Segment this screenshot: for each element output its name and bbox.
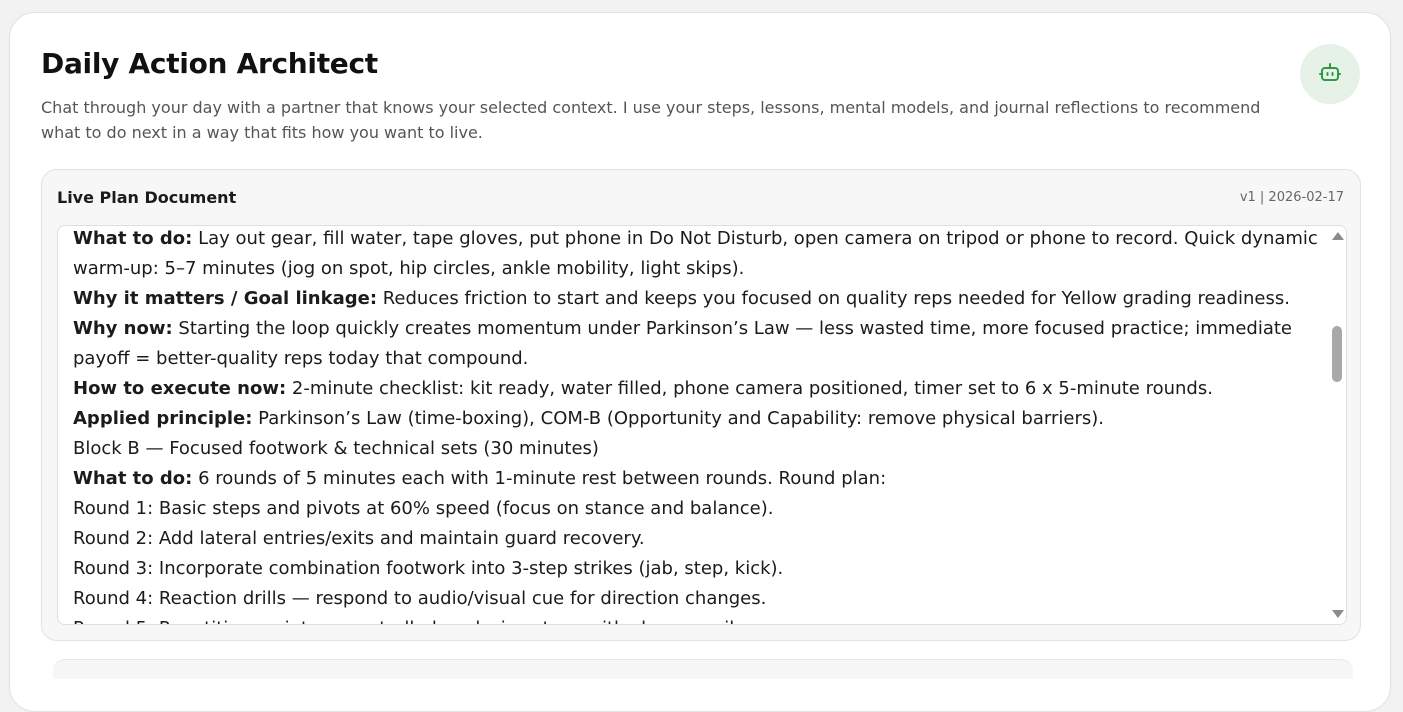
plan-line-text: Starting the loop quickly creates moment… xyxy=(73,318,1292,369)
plan-line: Applied principle: Parkinson’s Law (time… xyxy=(73,404,1318,434)
scroll-up-arrow-icon[interactable] xyxy=(1332,232,1344,240)
plan-line: Round 4: Reaction drills — respond to au… xyxy=(73,584,1318,614)
plan-line: What to do: 6 rounds of 5 minutes each w… xyxy=(73,464,1318,494)
daily-action-architect-card: Daily Action Architect Chat through your… xyxy=(9,12,1391,712)
document-title: Live Plan Document xyxy=(57,188,237,207)
plan-line-text: Round 2: Add lateral entries/exits and m… xyxy=(73,528,645,549)
page-subtitle: Chat through your day with a partner tha… xyxy=(41,98,1261,142)
plan-line: Block B — Focused footwork & technical s… xyxy=(73,434,1318,464)
plan-line: Why now: Starting the loop quickly creat… xyxy=(73,314,1318,374)
scroll-down-arrow-icon[interactable] xyxy=(1332,610,1344,618)
plan-line: What to do: Lay out gear, fill water, ta… xyxy=(73,226,1318,284)
plan-document-scroll-area[interactable]: What to do: Lay out gear, fill water, ta… xyxy=(57,225,1347,625)
plan-line-label: Why now: xyxy=(73,318,173,339)
plan-line: Round 5: Repetition sprints — controlled… xyxy=(73,614,1318,624)
plan-line-text: Round 4: Reaction drills — respond to au… xyxy=(73,588,767,609)
plan-line: Round 3: Incorporate combination footwor… xyxy=(73,554,1318,584)
plan-line: Why it matters / Goal linkage: Reduces f… xyxy=(73,284,1318,314)
plan-line-text: 2-minute checklist: kit ready, water fil… xyxy=(286,378,1213,399)
plan-document-content: What to do: Lay out gear, fill water, ta… xyxy=(73,226,1318,624)
plan-line-label: Applied principle: xyxy=(73,408,253,429)
plan-line-label: What to do: xyxy=(73,468,193,489)
plan-line-text: Reduces friction to start and keeps you … xyxy=(377,288,1290,309)
assistant-bot-button[interactable] xyxy=(1300,44,1360,104)
document-version: v1 | 2026-02-17 xyxy=(1239,190,1344,205)
plan-line-text: Parkinson’s Law (time-boxing), COM-B (Op… xyxy=(252,408,1104,429)
plan-line-label: Why it matters / Goal linkage: xyxy=(73,288,378,309)
scrollbar-thumb[interactable] xyxy=(1332,326,1342,382)
plan-line: How to execute now: 2-minute checklist: … xyxy=(73,374,1318,404)
page-title: Daily Action Architect xyxy=(41,47,378,80)
plan-line-text: Lay out gear, fill water, tape gloves, p… xyxy=(73,228,1318,279)
plan-line-text: Round 1: Basic steps and pivots at 60% s… xyxy=(73,498,774,519)
vertical-scrollbar[interactable] xyxy=(1328,226,1346,624)
live-plan-document: Live Plan Document v1 | 2026-02-17 What … xyxy=(41,169,1361,641)
plan-line-label: What to do: xyxy=(73,228,193,249)
plan-line-text: Block B — Focused footwork & technical s… xyxy=(73,438,599,459)
plan-line: Round 2: Add lateral entries/exits and m… xyxy=(73,524,1318,554)
plan-line-label: How to execute now: xyxy=(73,378,287,399)
plan-line-text: Round 5: Repetition sprints — controlled… xyxy=(73,618,740,624)
plan-line-text: 6 rounds of 5 minutes each with 1-minute… xyxy=(192,468,887,489)
robot-icon xyxy=(1318,61,1342,88)
plan-line: Round 1: Basic steps and pivots at 60% s… xyxy=(73,494,1318,524)
plan-line-text: Round 3: Incorporate combination footwor… xyxy=(73,558,784,579)
next-section-card xyxy=(53,659,1353,679)
